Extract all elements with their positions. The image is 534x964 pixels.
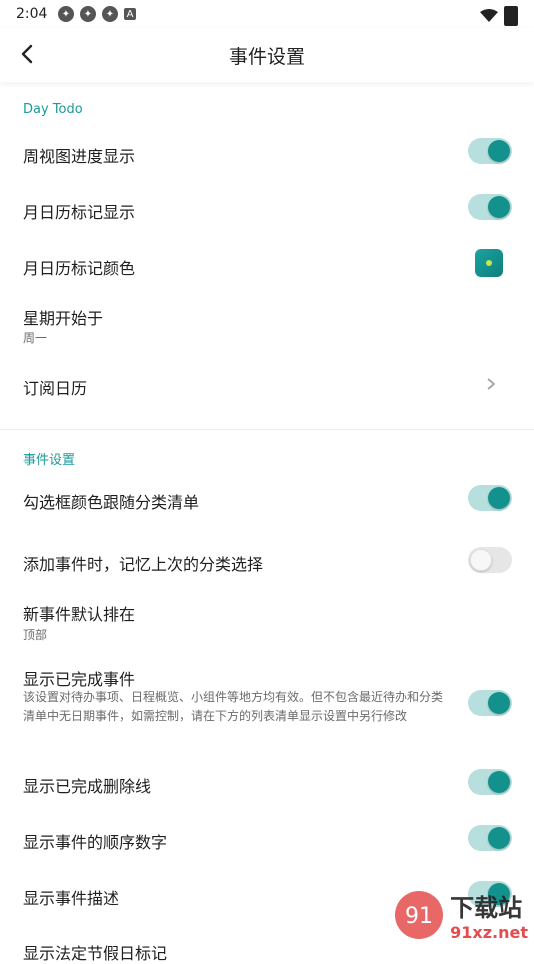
app-icon: ✦ xyxy=(102,6,118,22)
strikethrough-toggle[interactable] xyxy=(468,769,512,795)
app-bar: 事件设置 xyxy=(0,28,534,82)
svg-text:91: 91 xyxy=(405,904,433,929)
toggle-knob xyxy=(488,196,510,218)
setting-value: 顶部 xyxy=(23,628,48,642)
section-divider xyxy=(0,429,534,430)
setting-label: 显示已完成事件 xyxy=(23,670,136,689)
setting-row-new-event-position[interactable]: 新事件默认排在 顶部 xyxy=(0,588,534,652)
checkbox-color-toggle[interactable] xyxy=(468,485,512,511)
setting-row-month-mark-display[interactable]: 月日历标记显示 xyxy=(0,180,534,236)
order-number-toggle[interactable] xyxy=(468,825,512,851)
toggle-knob xyxy=(488,771,510,793)
setting-row-checkbox-color[interactable]: 勾选框颜色跟随分类清单 xyxy=(0,470,534,526)
remember-category-toggle[interactable] xyxy=(468,547,512,573)
setting-row-strikethrough[interactable]: 显示已完成删除线 xyxy=(0,754,534,810)
toggle-knob xyxy=(488,140,510,162)
status-bar: 2:04 ✦ ✦ ✦ A xyxy=(0,0,534,28)
setting-label: 显示事件描述 xyxy=(23,889,120,908)
color-dot-icon xyxy=(486,260,492,266)
battery-icon xyxy=(504,6,518,26)
setting-label: 显示法定节假日标记 xyxy=(23,944,168,963)
setting-label: 新事件默认排在 xyxy=(23,605,136,624)
setting-label: 月日历标记颜色 xyxy=(23,259,136,278)
status-right-icons xyxy=(480,6,518,26)
setting-row-month-mark-color[interactable]: 月日历标记颜色 xyxy=(0,236,534,292)
toggle-knob xyxy=(488,692,510,714)
app-icon: ✦ xyxy=(58,6,74,22)
week-progress-toggle[interactable] xyxy=(468,138,512,164)
setting-label: 显示已完成删除线 xyxy=(23,777,152,796)
setting-label: 显示事件的顺序数字 xyxy=(23,833,168,852)
watermark-site: 91xz.net xyxy=(450,923,528,942)
setting-row-order-number[interactable]: 显示事件的顺序数字 xyxy=(0,810,534,866)
status-left-icons: ✦ ✦ ✦ A xyxy=(58,6,136,22)
setting-label: 添加事件时，记忆上次的分类选择 xyxy=(23,555,264,574)
watermark-text: 下载站 xyxy=(450,894,523,922)
section-title-day-todo: Day Todo xyxy=(23,102,83,117)
setting-row-week-start[interactable]: 星期开始于 周一 xyxy=(0,292,534,356)
setting-label: 周视图进度显示 xyxy=(23,147,136,166)
month-mark-display-toggle[interactable] xyxy=(468,194,512,220)
setting-row-week-progress[interactable]: 周视图进度显示 xyxy=(0,124,534,180)
toggle-knob xyxy=(488,827,510,849)
app-icon: ✦ xyxy=(80,6,96,22)
show-completed-toggle[interactable] xyxy=(468,690,512,716)
setting-row-remember-category[interactable]: 添加事件时，记忆上次的分类选择 xyxy=(0,532,534,588)
status-time: 2:04 xyxy=(16,6,48,22)
watermark: 91 下载站 91xz.net xyxy=(392,888,528,942)
setting-row-show-completed[interactable]: 显示已完成事件 该设置对待办事项、日程概览、小组件等地方均有效。但不包含最近待办… xyxy=(0,656,534,746)
toggle-knob xyxy=(470,549,492,571)
color-swatch[interactable] xyxy=(475,249,503,277)
watermark-logo-icon: 91 xyxy=(395,891,444,939)
wifi-icon xyxy=(480,9,498,22)
chevron-right-icon xyxy=(487,378,496,390)
notification-a-icon: A xyxy=(124,8,136,20)
setting-description: 该设置对待办事项、日程概览、小组件等地方均有效。但不包含最近待办和分类清单中无日… xyxy=(23,690,444,723)
setting-label: 月日历标记显示 xyxy=(23,203,136,222)
section-title-event-settings: 事件设置 xyxy=(23,453,76,468)
setting-label: 勾选框颜色跟随分类清单 xyxy=(23,493,200,512)
page-title: 事件设置 xyxy=(228,46,305,68)
setting-label: 星期开始于 xyxy=(23,309,104,328)
setting-value: 周一 xyxy=(23,331,48,345)
toggle-knob xyxy=(488,487,510,509)
setting-label: 订阅日历 xyxy=(23,379,88,398)
setting-row-subscribe-calendar[interactable]: 订阅日历 xyxy=(0,356,534,414)
